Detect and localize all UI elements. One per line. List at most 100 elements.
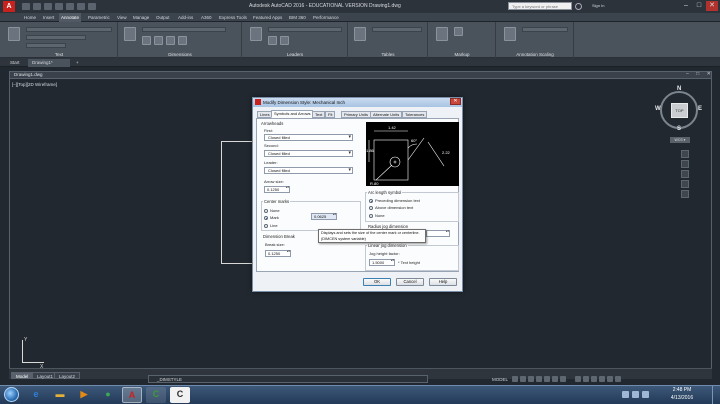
autocad-taskbar-icon[interactable]: A <box>122 387 142 403</box>
layout-tab-layout2[interactable]: Layout2 <box>54 372 81 379</box>
model-space-status[interactable]: MODEL <box>492 377 508 382</box>
find-text-input[interactable] <box>26 43 66 48</box>
tab-insert[interactable]: Insert <box>41 13 56 22</box>
taskbar-time[interactable]: 2:48 PM <box>664 387 700 393</box>
command-line[interactable]: _DIMSTYLE <box>148 375 428 383</box>
orbit-icon[interactable] <box>681 180 689 188</box>
grid-icon[interactable] <box>512 376 518 382</box>
arc-preceding-radio[interactable] <box>369 199 373 203</box>
annotation-scaling-icon[interactable] <box>504 27 516 41</box>
tab-parametric[interactable]: Parametric <box>86 13 112 22</box>
network-icon[interactable] <box>632 391 639 398</box>
tab-tolerances[interactable]: Tolerances <box>402 111 428 118</box>
viewcube-east[interactable]: E <box>698 106 702 112</box>
show-desktop-button[interactable] <box>712 386 720 404</box>
dimension-icon[interactable] <box>124 27 136 41</box>
tab-bim-360[interactable]: BIM 360 <box>287 13 308 22</box>
polar-icon[interactable] <box>536 376 542 382</box>
second-arrowhead-select[interactable]: Closed filled <box>264 150 353 157</box>
undo-icon[interactable] <box>77 3 85 10</box>
multileader-style-combo[interactable] <box>268 27 342 32</box>
steering-wheel-icon[interactable] <box>681 150 689 158</box>
camtasia-studio-icon[interactable]: C <box>170 387 190 403</box>
hardware-acceleration-icon[interactable] <box>599 376 605 382</box>
tab-performance[interactable]: Performance <box>311 13 341 22</box>
multileader-icon[interactable] <box>250 27 262 41</box>
tab-a360[interactable]: A360 <box>199 13 214 22</box>
file-explorer-icon[interactable]: ▬ <box>50 387 70 403</box>
new-file-icon[interactable] <box>22 3 30 10</box>
center-mark-none-radio[interactable] <box>264 209 268 213</box>
tab-manage[interactable]: Manage <box>131 13 151 22</box>
ortho-icon[interactable] <box>528 376 534 382</box>
help-button[interactable]: Help <box>429 278 457 286</box>
arrow-size-input[interactable]: 0.1250 <box>264 186 290 193</box>
tab-add-ins[interactable]: Add-ins <box>176 13 195 22</box>
viewcube-north[interactable]: N <box>677 86 681 92</box>
customization-menu-icon[interactable] <box>615 376 621 382</box>
close-button[interactable]: ✕ <box>706 1 718 11</box>
markup-icon[interactable] <box>436 27 448 41</box>
redo-icon[interactable] <box>88 3 96 10</box>
help-search-input[interactable]: Type a keyword or phrase <box>508 2 572 10</box>
snap-icon[interactable] <box>520 376 526 382</box>
maximize-button[interactable]: □ <box>693 1 705 11</box>
continue-dimension-icon[interactable] <box>142 36 151 45</box>
cancel-button[interactable]: Cancel <box>396 278 424 286</box>
file-tab-start[interactable]: Start <box>6 59 24 67</box>
internet-explorer-icon[interactable]: e <box>26 387 46 403</box>
tab-text[interactable]: Text <box>312 111 326 118</box>
tab-featured-apps[interactable]: Featured Apps <box>251 13 284 22</box>
wipeout-icon[interactable] <box>454 27 463 36</box>
layout-tab-model[interactable]: Model <box>11 372 34 379</box>
viewport-controls[interactable]: [–][Top][2D Wireframe] <box>12 82 57 87</box>
notification-flag-icon[interactable] <box>622 391 629 398</box>
tab-symbols-and-arrows[interactable]: Symbols and Arrows <box>271 110 314 118</box>
lineweight-icon[interactable] <box>552 376 558 382</box>
search-icon[interactable] <box>575 3 582 10</box>
tab-annotate[interactable]: Annotate <box>59 13 82 22</box>
save-as-icon[interactable] <box>55 3 63 10</box>
sign-in-link[interactable]: Sign In <box>592 3 604 8</box>
table-style-combo[interactable] <box>372 27 422 32</box>
radius-jog-angle-input[interactable] <box>426 230 450 237</box>
annotation-scale-icon[interactable] <box>575 376 581 382</box>
tab-view[interactable]: View <box>115 13 129 22</box>
minimize-button[interactable]: – <box>680 1 692 11</box>
clean-screen-icon[interactable] <box>607 376 613 382</box>
multiline-text-icon[interactable] <box>8 27 20 41</box>
tab-alternate-units[interactable]: Alternate Units <box>370 111 403 118</box>
tab-primary-units[interactable]: Primary Units <box>341 111 372 118</box>
isolate-objects-icon[interactable] <box>591 376 597 382</box>
pan-icon[interactable] <box>681 160 689 168</box>
tab-output[interactable]: Output <box>154 13 172 22</box>
viewcube-south[interactable]: S <box>677 126 681 132</box>
zoom-icon[interactable] <box>681 170 689 178</box>
volume-icon[interactable] <box>642 391 649 398</box>
viewcube-west[interactable]: W <box>655 106 661 112</box>
save-icon[interactable] <box>44 3 52 10</box>
break-dimension-icon[interactable] <box>166 36 175 45</box>
taskbar-date[interactable]: 4/13/2016 <box>664 395 700 401</box>
arc-none-radio[interactable] <box>369 214 373 218</box>
first-arrowhead-select[interactable]: Closed filled <box>264 134 353 141</box>
break-size-input[interactable]: 0.1250 <box>265 250 291 257</box>
autocad-logo-icon[interactable]: A <box>3 1 15 12</box>
center-mark-size-input[interactable]: 0.0625 <box>311 213 337 220</box>
workspace-gear-icon[interactable] <box>583 376 589 382</box>
chrome-icon[interactable]: ● <box>98 387 118 403</box>
new-tab-button[interactable]: + <box>72 59 83 67</box>
osnap-icon[interactable] <box>544 376 550 382</box>
leader-arrowhead-select[interactable]: Closed filled <box>264 167 353 174</box>
dialog-close-button[interactable]: ✕ <box>450 98 461 105</box>
showmotion-icon[interactable] <box>681 190 689 198</box>
media-player-icon[interactable]: ▶ <box>74 387 94 403</box>
adjust-space-icon[interactable] <box>178 36 187 45</box>
table-icon[interactable] <box>354 27 366 41</box>
camtasia-recorder-icon[interactable]: C <box>146 387 166 403</box>
ok-button[interactable]: OK <box>363 278 391 286</box>
text-style-combo[interactable] <box>26 27 112 32</box>
file-tab-drawing1[interactable]: Drawing1* <box>28 59 70 67</box>
tab-express-tools[interactable]: Express Tools <box>217 13 249 22</box>
arc-above-radio[interactable] <box>369 206 373 210</box>
